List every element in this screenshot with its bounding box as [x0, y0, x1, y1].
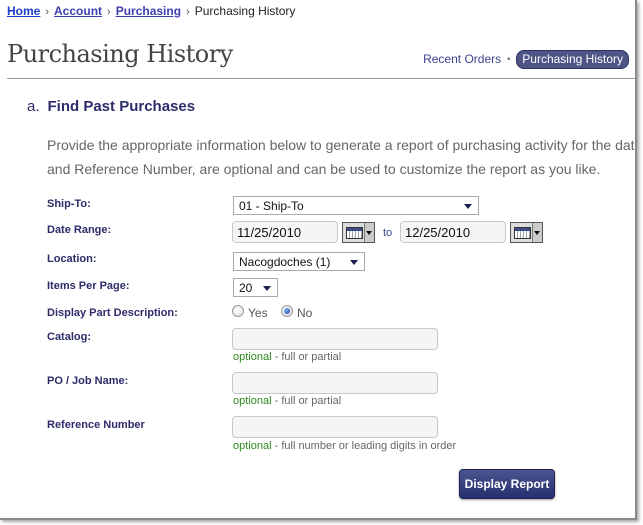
- breadcrumb: Home › Account › Purchasing › Purchasing Histo…: [7, 4, 295, 18]
- display-part-yes-label: Yes: [248, 306, 268, 320]
- date-from-calendar-button[interactable]: [342, 222, 375, 243]
- optional-tag: optional: [233, 440, 272, 452]
- po-job-hint-text: - full or partial: [271, 395, 342, 407]
- display-part-yes-radio[interactable]: [232, 305, 244, 317]
- breadcrumb-current: Purchasing History: [194, 4, 296, 18]
- breadcrumb-purchasing-link[interactable]: Purchasing: [116, 4, 181, 18]
- display-part-description-label: Display Part Description:: [47, 307, 178, 319]
- date-range-to-label: to: [383, 227, 393, 239]
- reference-number-input[interactable]: [232, 416, 438, 438]
- page-title: Purchasing History: [7, 40, 233, 68]
- po-job-name-input[interactable]: [232, 372, 438, 394]
- date-range-label: Date Range:: [47, 224, 112, 236]
- items-per-page-value: 20: [239, 281, 253, 295]
- optional-tag: optional: [233, 395, 272, 407]
- title-divider: [7, 78, 635, 79]
- section-heading: a. Find Past Purchases: [27, 98, 195, 115]
- date-to-calendar-button[interactable]: [510, 222, 543, 243]
- breadcrumb-home-link[interactable]: Home: [7, 4, 40, 18]
- items-per-page-select[interactable]: 20: [233, 278, 278, 297]
- recent-orders-link[interactable]: Recent Orders: [423, 52, 501, 66]
- calendar-icon: [346, 227, 363, 239]
- chevron-down-icon: [350, 260, 358, 265]
- reference-number-label: Reference Number: [47, 419, 145, 431]
- purchasing-history-tab[interactable]: Purchasing History: [516, 50, 629, 69]
- optional-tag: optional: [233, 351, 272, 363]
- display-part-no-label: No: [297, 306, 313, 320]
- section-letter: a.: [27, 98, 40, 115]
- catalog-input[interactable]: [232, 328, 438, 350]
- subnav-separator: •: [507, 54, 511, 64]
- po-job-name-label: PO / Job Name:: [47, 375, 129, 387]
- po-job-hint: optional - full or partial: [233, 395, 341, 407]
- breadcrumb-separator: ›: [186, 6, 190, 18]
- chevron-down-icon: [364, 223, 374, 242]
- display-part-no-radio[interactable]: [281, 305, 293, 317]
- breadcrumb-separator: ›: [45, 6, 50, 18]
- page-frame: Home › Account › Purchasing › Purchasing Histo…: [0, 0, 637, 520]
- location-value: Nacogdoches (1): [239, 255, 331, 269]
- chevron-down-icon: [532, 223, 542, 242]
- location-select[interactable]: Nacogdoches (1): [233, 252, 365, 271]
- breadcrumb-separator: ›: [107, 6, 111, 18]
- catalog-hint-text: - full or partial: [271, 351, 342, 363]
- ship-to-select[interactable]: 01 - Ship-To: [233, 196, 479, 215]
- intro-line-1: Provide the appropriate information belo…: [47, 137, 637, 153]
- breadcrumb-account-link[interactable]: Account: [54, 4, 102, 18]
- date-from-input[interactable]: [232, 221, 338, 243]
- sub-navigation: Recent Orders • Purchasing History: [423, 50, 629, 69]
- catalog-hint: optional - full or partial: [233, 351, 341, 363]
- chevron-down-icon: [263, 286, 271, 291]
- reference-hint: optional - full number or leading digits…: [233, 440, 456, 452]
- intro-text: Provide the appropriate information belo…: [47, 133, 637, 181]
- display-report-button[interactable]: Display Report: [459, 469, 555, 499]
- intro-line-2: and Reference Number, are optional and c…: [47, 161, 601, 177]
- date-to-input[interactable]: [400, 221, 506, 243]
- catalog-label: Catalog:: [47, 331, 91, 343]
- location-label: Location:: [47, 253, 97, 265]
- chevron-down-icon: [464, 204, 472, 209]
- calendar-icon: [514, 227, 531, 239]
- section-title: Find Past Purchases: [47, 98, 196, 115]
- ship-to-value: 01 - Ship-To: [239, 199, 304, 213]
- reference-hint-text: - full number or leading digits in order: [271, 440, 457, 452]
- ship-to-label: Ship-To:: [47, 198, 91, 210]
- items-per-page-label: Items Per Page:: [47, 280, 130, 292]
